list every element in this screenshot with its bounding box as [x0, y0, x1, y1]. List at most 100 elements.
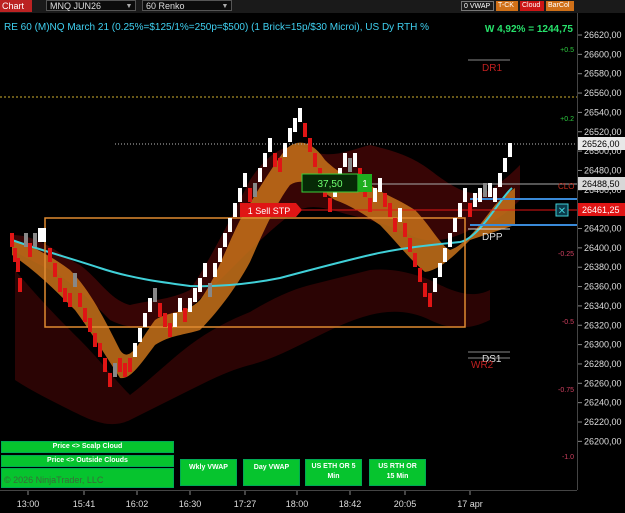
renko-brick: [133, 343, 137, 357]
renko-brick: [433, 278, 437, 292]
pct-label: -1.0: [562, 454, 574, 461]
renko-brick: [33, 233, 37, 247]
renko-brick: [223, 233, 227, 247]
scalp-cloud-button[interactable]: Price <> Scalp Cloud: [1, 441, 174, 453]
renko-brick: [348, 158, 352, 172]
renko-brick: [458, 203, 462, 217]
renko-brick: [16, 258, 20, 272]
renko-brick: [153, 288, 157, 302]
renko-brick: [158, 303, 162, 317]
price-tick-label: 26520,00: [584, 127, 622, 137]
period-selector[interactable]: 60 Renko ▼: [142, 0, 232, 11]
instrument-selector[interactable]: MNQ JUN26 ▼: [46, 0, 136, 11]
barcol-toggle-button[interactable]: BarCol: [546, 1, 574, 11]
renko-brick: [303, 123, 307, 137]
time-tick-label: 13:00: [17, 499, 40, 509]
renko-brick: [83, 308, 87, 322]
renko-brick: [313, 153, 317, 167]
price-tag-dotted: 26526,00: [582, 139, 620, 149]
renko-brick: [42, 228, 46, 242]
clo-label: CLO: [558, 182, 574, 191]
us-rth-or-button[interactable]: US RTH OR 15 Min: [369, 459, 426, 486]
chart-panel[interactable]: 37,50 1 1 Sell STP ✕ DR1 DS1 WR2 DPP CLO…: [0, 13, 577, 490]
renko-brick: [228, 218, 232, 232]
price-tick-label: 26580,00: [584, 69, 622, 79]
renko-brick: [253, 183, 257, 197]
renko-brick: [263, 153, 267, 167]
time-axis-svg: 13:00 15:41 16:02 16:30 17:27 18:00 18:42 20:05…: [17, 491, 483, 509]
renko-brick: [18, 278, 22, 292]
chart-toolbar: Chart MNQ JUN26 ▼ 60 Renko ▼ 0 VWAP T-CK…: [0, 0, 625, 14]
wr2-label: WR2: [471, 360, 494, 371]
renko-brick: [438, 263, 442, 277]
price-tick-label: 26240,00: [584, 398, 622, 408]
dpp-label: DPP: [482, 232, 503, 243]
renko-brick: [248, 188, 252, 202]
renko-brick: [118, 358, 122, 372]
price-tick-label: 26400,00: [584, 243, 622, 253]
renko-brick: [73, 273, 77, 287]
time-tick-label: 16:02: [126, 499, 149, 509]
price-tag-close: 26488,50: [582, 179, 620, 189]
renko-brick: [103, 358, 107, 372]
time-axis[interactable]: 13:00 15:41 16:02 16:30 17:27 18:00 18:42 20:05…: [0, 490, 577, 512]
renko-brick: [468, 203, 472, 217]
renko-brick: [478, 188, 482, 202]
price-tick-label: 26220,00: [584, 417, 622, 427]
time-tick-label: 20:05: [394, 499, 417, 509]
renko-brick: [193, 288, 197, 302]
renko-brick: [53, 263, 57, 277]
renko-brick: [453, 218, 457, 232]
price-tick-label: 26600,00: [584, 49, 622, 59]
price-tick-label: 26260,00: [584, 378, 622, 388]
renko-brick: [393, 218, 397, 232]
us-eth-line2: Min: [327, 473, 340, 480]
renko-brick: [493, 188, 497, 202]
chart-tab[interactable]: Chart: [0, 0, 32, 12]
renko-brick: [508, 143, 512, 157]
time-tick-label: 18:00: [286, 499, 309, 509]
time-tick-label: 15:41: [73, 499, 96, 509]
price-tick-label: 26280,00: [584, 359, 622, 369]
day-vwap-button[interactable]: Day VWAP: [243, 459, 300, 486]
renko-brick: [143, 313, 147, 327]
price-chart[interactable]: 37,50 1 1 Sell STP ✕ DR1 DS1 WR2 DPP CLO…: [0, 13, 577, 490]
price-tick-label: 26320,00: [584, 320, 622, 330]
renko-brick: [198, 278, 202, 292]
time-tick-label: 17:27: [234, 499, 257, 509]
tck-toggle-button[interactable]: T-CK: [496, 1, 518, 11]
renko-brick: [428, 293, 432, 307]
outside-clouds-button[interactable]: Price <> Outside Clouds: [1, 455, 174, 467]
renko-brick: [368, 198, 372, 212]
price-axis[interactable]: 26620,00 26600,00 26580,00 26560,00 26540,00…: [577, 13, 625, 490]
renko-brick: [283, 143, 287, 157]
time-tick-label: 18:42: [339, 499, 362, 509]
renko-brick: [24, 233, 28, 247]
renko-brick: [413, 253, 417, 267]
chevron-down-icon: ▼: [125, 3, 133, 10]
chart-title: RE 60 (M)NQ March 21 (0.25%=$125/1%=250p…: [4, 22, 430, 33]
copyright-text: © 2026 NinjaTrader, LLC: [4, 475, 104, 485]
price-tick-label: 26560,00: [584, 88, 622, 98]
renko-brick: [203, 263, 207, 277]
renko-brick: [268, 138, 272, 152]
us-eth-or-button[interactable]: US ETH OR 5 Min: [305, 459, 362, 486]
renko-brick: [38, 228, 42, 242]
renko-brick: [88, 318, 92, 332]
renko-brick: [258, 168, 262, 182]
us-rth-line2: 15 Min: [386, 473, 409, 480]
weekly-vwap-button[interactable]: Wkly VWAP: [180, 459, 237, 486]
renko-brick: [213, 263, 217, 277]
pct-label: +0.5: [560, 47, 574, 54]
renko-brick: [378, 178, 382, 192]
vwap-toggle-button[interactable]: 0 VWAP: [461, 1, 494, 11]
renko-brick: [343, 153, 347, 167]
renko-brick: [48, 248, 52, 262]
renko-brick: [163, 313, 167, 327]
renko-brick: [63, 288, 67, 302]
renko-brick: [398, 208, 402, 222]
cloud-toggle-button[interactable]: Cloud: [520, 1, 544, 11]
renko-brick: [238, 188, 242, 202]
renko-brick: [178, 298, 182, 312]
renko-brick: [128, 358, 132, 372]
